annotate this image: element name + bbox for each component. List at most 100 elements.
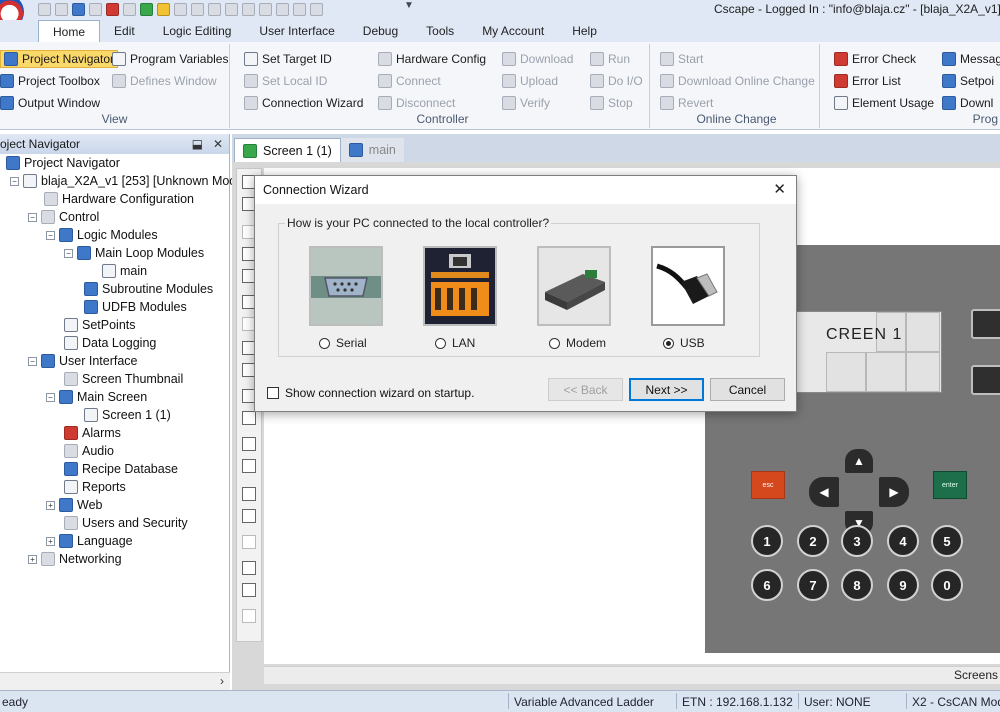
- tree-item-alarms[interactable]: Alarms: [64, 426, 121, 440]
- tab-main[interactable]: main: [340, 138, 404, 162]
- project-navigator-button[interactable]: Project Navigator: [0, 50, 119, 68]
- do-io-button[interactable]: Do I/O: [590, 74, 643, 88]
- page-icon[interactable]: [191, 3, 204, 16]
- lock-open-icon[interactable]: [310, 3, 323, 16]
- tree-item-hardware-configuration[interactable]: Hardware Configuration: [44, 192, 194, 206]
- tree-item-control[interactable]: − Control: [28, 210, 99, 224]
- tab-logic-editing[interactable]: Logic Editing: [149, 20, 246, 42]
- collapse-icon[interactable]: −: [46, 230, 55, 240]
- bug-icon[interactable]: [225, 3, 238, 16]
- open-icon[interactable]: [55, 3, 68, 16]
- tree-item-reports[interactable]: Reports: [64, 480, 126, 494]
- page-tool-icon[interactable]: [242, 535, 256, 549]
- new-file-icon[interactable]: [38, 3, 51, 16]
- link-icon[interactable]: [89, 3, 102, 16]
- tree-item-setpoints[interactable]: SetPoints: [64, 318, 136, 332]
- tree-item-logic-modules[interactable]: − Logic Modules: [46, 228, 158, 242]
- error-list-button[interactable]: Error List: [834, 74, 901, 88]
- tree-item-networking[interactable]: + Networking: [28, 552, 122, 566]
- save-icon[interactable]: [72, 3, 85, 16]
- chart-icon[interactable]: [259, 3, 272, 16]
- tab-user-interface[interactable]: User Interface: [245, 20, 348, 42]
- tree-item-users-and-security[interactable]: Users and Security: [64, 516, 188, 530]
- tree-item-udfb-modules[interactable]: UDFB Modules: [84, 300, 187, 314]
- tree-item-language[interactable]: + Language: [46, 534, 133, 548]
- modem-radio[interactable]: [549, 337, 560, 349]
- stop-button[interactable]: Stop: [590, 96, 633, 110]
- properties-tool-icon[interactable]: [242, 609, 256, 623]
- tree-item-screen-1[interactable]: Screen 1 (1): [84, 408, 171, 422]
- search-icon[interactable]: [276, 3, 289, 16]
- error-check-button[interactable]: Error Check: [834, 52, 916, 66]
- close-icon[interactable]: ✕: [773, 180, 786, 198]
- upload-button[interactable]: Upload: [502, 74, 558, 88]
- download-online-change-button[interactable]: Download Online Change: [660, 74, 815, 88]
- connect-button[interactable]: Connect: [378, 74, 441, 88]
- next-button[interactable]: Next >>: [629, 378, 704, 401]
- fine-grid-tool-icon[interactable]: [242, 509, 256, 523]
- tab-tools[interactable]: Tools: [412, 20, 468, 42]
- set-target-id-button[interactable]: Set Target ID: [244, 52, 332, 66]
- tab-debug[interactable]: Debug: [349, 20, 412, 42]
- element-usage-button[interactable]: Element Usage: [834, 96, 934, 110]
- zoom-out-icon[interactable]: [242, 411, 256, 425]
- lock-icon[interactable]: [293, 3, 306, 16]
- serial-image[interactable]: [309, 246, 383, 326]
- next-icon[interactable]: [242, 583, 256, 597]
- tree-item-main-screen[interactable]: − Main Screen: [46, 390, 147, 404]
- collapse-icon[interactable]: −: [64, 248, 73, 258]
- program-download-button[interactable]: Downl: [942, 96, 993, 110]
- close-icon[interactable]: ✕: [213, 137, 223, 151]
- tree-item-user-interface[interactable]: − User Interface: [28, 354, 138, 368]
- run-button[interactable]: Run: [590, 52, 630, 66]
- previous-icon[interactable]: [242, 561, 256, 575]
- tree-item-main-loop-modules[interactable]: − Main Loop Modules: [64, 246, 204, 260]
- io-icon[interactable]: [174, 3, 187, 16]
- tree-item-subroutine-modules[interactable]: Subroutine Modules: [84, 282, 213, 296]
- tree-item-data-logging[interactable]: Data Logging: [64, 336, 156, 350]
- lan-image[interactable]: [423, 246, 497, 326]
- disconnect-button[interactable]: Disconnect: [378, 96, 455, 110]
- revert-button[interactable]: Revert: [660, 96, 713, 110]
- defines-window-button[interactable]: Defines Window: [112, 74, 217, 88]
- comment-tool-icon[interactable]: [242, 437, 256, 451]
- scroll-right-icon[interactable]: ›: [220, 674, 224, 688]
- tree-item-main[interactable]: main: [102, 264, 147, 278]
- back-button[interactable]: << Back: [548, 378, 623, 401]
- verify-button[interactable]: Verify: [502, 96, 550, 110]
- expand-icon[interactable]: +: [46, 500, 55, 510]
- modem-image[interactable]: [537, 246, 611, 326]
- export-tool-icon[interactable]: [242, 459, 256, 473]
- tab-screen-1[interactable]: Screen 1 (1): [234, 138, 341, 162]
- connection-wizard-button[interactable]: Connection Wizard: [244, 96, 363, 110]
- navigator-horizontal-scrollbar[interactable]: ›: [0, 672, 230, 690]
- hardware-config-button[interactable]: Hardware Config: [378, 52, 486, 66]
- lan-radio[interactable]: [435, 337, 446, 349]
- serial-radio[interactable]: [319, 337, 330, 349]
- tree-item-project-navigator[interactable]: Project Navigator: [6, 156, 120, 170]
- collapse-icon[interactable]: −: [10, 176, 19, 186]
- program-variables-button[interactable]: Program Variables: [112, 52, 228, 66]
- output-window-button[interactable]: Output Window: [0, 96, 100, 110]
- tab-edit[interactable]: Edit: [100, 20, 149, 42]
- collapse-icon[interactable]: −: [28, 212, 37, 222]
- project-toolbox-button[interactable]: Project Toolbox: [0, 74, 100, 88]
- usb-radio[interactable]: [663, 337, 674, 349]
- serial-option[interactable]: Serial: [319, 336, 367, 350]
- grid-tool-icon[interactable]: [242, 487, 256, 501]
- document-icon[interactable]: [208, 3, 221, 16]
- setpoints-button[interactable]: Setpoi: [942, 74, 994, 88]
- download-button[interactable]: Download: [502, 52, 573, 66]
- expand-icon[interactable]: +: [28, 554, 37, 564]
- customize-toolbar-icon[interactable]: ▼: [404, 0, 414, 11]
- show-on-startup-option[interactable]: Show connection wizard on startup.: [267, 386, 474, 400]
- stop-icon[interactable]: [157, 3, 170, 16]
- upload-controller-icon[interactable]: [123, 3, 136, 16]
- check-icon[interactable]: [242, 3, 255, 16]
- cancel-button[interactable]: Cancel: [710, 378, 785, 401]
- expand-icon[interactable]: +: [46, 536, 55, 546]
- start-button[interactable]: Start: [660, 52, 703, 66]
- tab-my-account[interactable]: My Account: [468, 20, 558, 42]
- messages-button[interactable]: Messag: [942, 52, 1000, 66]
- show-on-startup-checkbox[interactable]: [267, 387, 279, 399]
